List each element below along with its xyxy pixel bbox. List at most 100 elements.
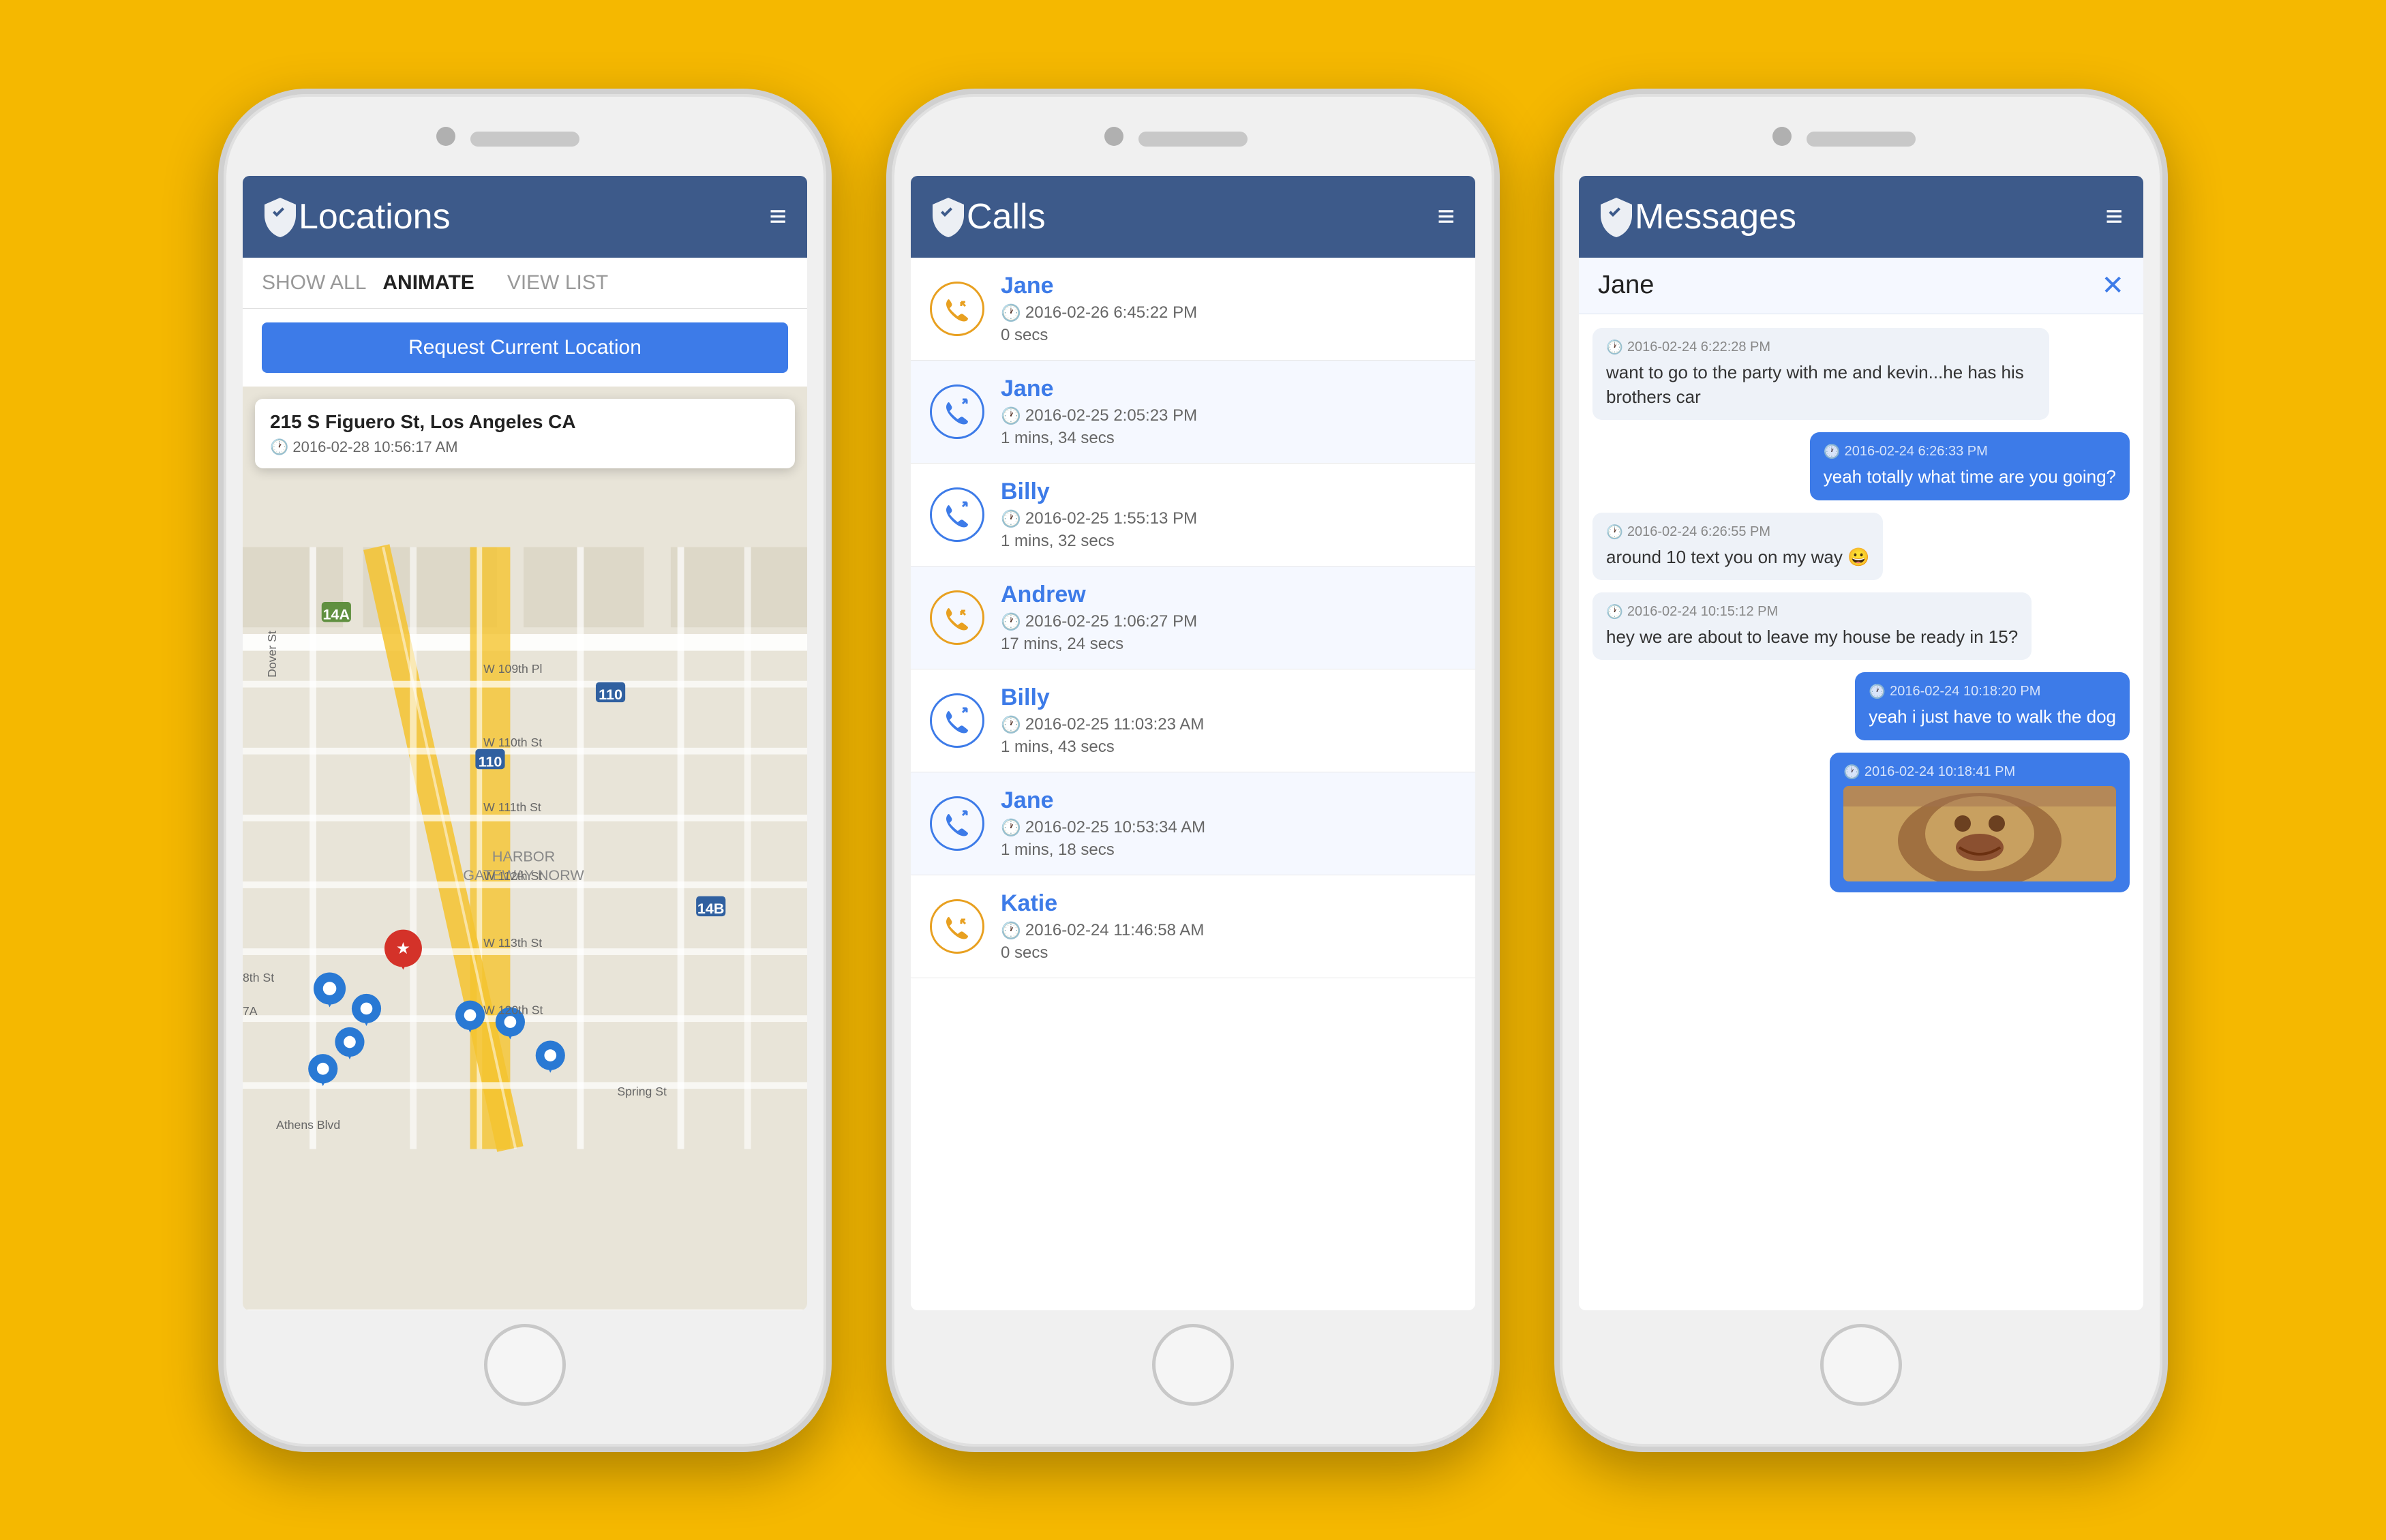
map-svg: HARBOR GATEWAY NORW	[243, 387, 807, 1310]
message-bubble: 🕐 2016-02-24 10:18:41 PM	[1830, 753, 2130, 892]
message-bubble: 🕐 2016-02-24 6:26:55 PM around 10 text y…	[1592, 513, 1883, 580]
request-location-button[interactable]: Request Current Location	[262, 322, 788, 373]
msg-time: 🕐 2016-02-24 6:26:55 PM	[1606, 524, 1869, 541]
shield-icon	[262, 196, 299, 237]
message-bubble: 🕐 2016-02-24 6:22:28 PM want to go to th…	[1592, 328, 2049, 421]
call-name: Billy	[1001, 684, 1204, 711]
home-button-1[interactable]	[484, 1324, 566, 1406]
msg-time: 🕐 2016-02-24 10:15:12 PM	[1606, 603, 2018, 620]
svg-text:110: 110	[599, 686, 622, 703]
call-info: Jane 🕐 2016-02-25 10:53:34 AM 1 mins, 18…	[1001, 787, 1205, 860]
call-icon-wrap	[930, 796, 984, 851]
call-name: Jane	[1001, 273, 1197, 299]
svg-text:W 120th St: W 120th St	[483, 1003, 543, 1016]
message-bubble: 🕐 2016-02-24 10:18:20 PM yeah i just hav…	[1855, 672, 2130, 740]
animate-tab[interactable]: ANIMATE	[382, 271, 474, 295]
call-duration: 1 mins, 32 secs	[1001, 532, 1197, 551]
call-icon-wrap	[930, 899, 984, 954]
home-button-3[interactable]	[1820, 1324, 1902, 1406]
call-icon-wrap	[930, 487, 984, 542]
call-item[interactable]: Billy 🕐 2016-02-25 1:55:13 PM 1 mins, 32…	[911, 464, 1475, 567]
menu-icon-2[interactable]: ≡	[1437, 200, 1456, 234]
show-all-tab[interactable]: SHOW ALL	[262, 271, 366, 295]
msg-time: 🕐 2016-02-24 10:18:20 PM	[1869, 683, 2116, 700]
call-name: Katie	[1001, 890, 1204, 917]
msg-text: want to go to the party with me and kevi…	[1606, 360, 2036, 410]
call-name: Jane	[1001, 376, 1197, 402]
screen-calls: Calls ≡ Jane 🕐 2016-02-26 6:45:22 PM 0 s…	[911, 176, 1475, 1310]
svg-text:W 112th St: W 112th St	[483, 869, 542, 883]
calls-list: Jane 🕐 2016-02-26 6:45:22 PM 0 secs Jane…	[911, 258, 1475, 978]
svg-text:Spring St: Spring St	[617, 1084, 667, 1098]
msg-text: hey we are about to leave my house be re…	[1606, 624, 2018, 649]
svg-text:14A: 14A	[323, 605, 350, 622]
call-duration: 17 mins, 24 secs	[1001, 635, 1197, 654]
messages-header: Messages ≡	[1579, 176, 2143, 258]
call-item[interactable]: Andrew 🕐 2016-02-25 1:06:27 PM 17 mins, …	[911, 567, 1475, 669]
call-duration: 1 mins, 43 secs	[1001, 738, 1204, 757]
messages-list: 🕐 2016-02-24 6:22:28 PM want to go to th…	[1579, 314, 2143, 906]
svg-text:8th St: 8th St	[243, 971, 274, 984]
svg-text:Dover St: Dover St	[265, 631, 279, 678]
call-datetime: 🕐 2016-02-25 1:55:13 PM	[1001, 509, 1197, 529]
call-icon-wrap	[930, 590, 984, 645]
phone-locations: Locations ≡ SHOW ALL ANIMATE VIEW LIST R…	[218, 89, 832, 1452]
svg-text:Athens Blvd: Athens Blvd	[276, 1118, 340, 1132]
svg-text:7A: 7A	[243, 1004, 258, 1018]
locations-title: Locations	[299, 196, 769, 237]
call-datetime: 🕐 2016-02-25 2:05:23 PM	[1001, 406, 1197, 426]
call-icon-wrap	[930, 693, 984, 748]
close-button[interactable]: ✕	[2101, 270, 2124, 301]
msg-time: 🕐 2016-02-24 10:18:41 PM	[1843, 764, 2116, 781]
call-duration: 0 secs	[1001, 326, 1197, 345]
msg-image	[1843, 786, 2116, 881]
call-item[interactable]: Katie 🕐 2016-02-24 11:46:58 AM 0 secs	[911, 875, 1475, 978]
svg-text:W 111th St: W 111th St	[483, 800, 541, 814]
call-icon-wrap	[930, 282, 984, 336]
message-bubble: 🕐 2016-02-24 6:26:33 PM yeah totally wha…	[1810, 432, 2130, 500]
call-name: Jane	[1001, 787, 1205, 814]
calls-header: Calls ≡	[911, 176, 1475, 258]
popup-address: 215 S Figuero St, Los Angeles CA	[270, 411, 780, 433]
msg-text: yeah i just have to walk the dog	[1869, 704, 2116, 729]
view-list-tab[interactable]: VIEW LIST	[507, 271, 608, 295]
call-info: Andrew 🕐 2016-02-25 1:06:27 PM 17 mins, …	[1001, 582, 1197, 654]
call-item[interactable]: Jane 🕐 2016-02-25 2:05:23 PM 1 mins, 34 …	[911, 361, 1475, 464]
home-button-2[interactable]	[1152, 1324, 1234, 1406]
call-name: Billy	[1001, 479, 1197, 505]
messages-title: Messages	[1635, 196, 2105, 237]
svg-text:W 110th St: W 110th St	[483, 735, 542, 749]
call-datetime: 🕐 2016-02-25 11:03:23 AM	[1001, 715, 1204, 735]
call-item[interactable]: Jane 🕐 2016-02-26 6:45:22 PM 0 secs	[911, 258, 1475, 361]
call-duration: 1 mins, 18 secs	[1001, 841, 1205, 860]
svg-text:★: ★	[396, 939, 410, 957]
call-item[interactable]: Billy 🕐 2016-02-25 11:03:23 AM 1 mins, 4…	[911, 669, 1475, 772]
call-info: Jane 🕐 2016-02-25 2:05:23 PM 1 mins, 34 …	[1001, 376, 1197, 448]
call-info: Billy 🕐 2016-02-25 11:03:23 AM 1 mins, 4…	[1001, 684, 1204, 757]
svg-text:110: 110	[479, 753, 502, 770]
call-datetime: 🕐 2016-02-25 1:06:27 PM	[1001, 612, 1197, 632]
map-area[interactable]: HARBOR GATEWAY NORW	[243, 387, 807, 1310]
locations-toolbar: SHOW ALL ANIMATE VIEW LIST	[243, 258, 807, 309]
shield-icon-calls	[930, 196, 967, 237]
call-datetime: 🕐 2016-02-24 11:46:58 AM	[1001, 921, 1204, 941]
phone-calls: Calls ≡ Jane 🕐 2016-02-26 6:45:22 PM 0 s…	[886, 89, 1500, 1452]
call-info: Billy 🕐 2016-02-25 1:55:13 PM 1 mins, 32…	[1001, 479, 1197, 551]
call-item[interactable]: Jane 🕐 2016-02-25 10:53:34 AM 1 mins, 18…	[911, 772, 1475, 875]
msg-time: 🕐 2016-02-24 6:26:33 PM	[1824, 443, 2116, 460]
phone-messages: Messages ≡ Jane ✕ 🕐 2016-02-24 6:22:28 P…	[1554, 89, 2168, 1452]
call-duration: 1 mins, 34 secs	[1001, 429, 1197, 448]
clock-icon: 🕐	[270, 438, 288, 456]
call-datetime: 🕐 2016-02-25 10:53:34 AM	[1001, 818, 1205, 838]
shield-icon-messages	[1598, 196, 1635, 237]
svg-text:W 113th St: W 113th St	[483, 936, 542, 950]
menu-icon-3[interactable]: ≡	[2105, 200, 2124, 234]
contact-name: Jane	[1598, 271, 1654, 300]
menu-icon-1[interactable]: ≡	[769, 200, 788, 234]
svg-text:14B: 14B	[697, 900, 725, 917]
screen-locations: Locations ≡ SHOW ALL ANIMATE VIEW LIST R…	[243, 176, 807, 1310]
calls-title: Calls	[967, 196, 1437, 237]
call-duration: 0 secs	[1001, 943, 1204, 963]
call-info: Jane 🕐 2016-02-26 6:45:22 PM 0 secs	[1001, 273, 1197, 345]
message-bubble: 🕐 2016-02-24 10:15:12 PM hey we are abou…	[1592, 592, 2032, 660]
